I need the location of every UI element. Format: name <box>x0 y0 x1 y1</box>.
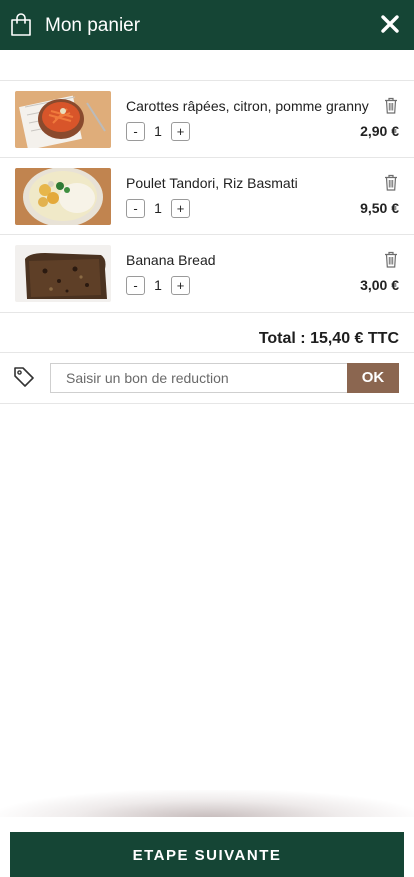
cart-item: Carottes râpées, citron, pomme granny - … <box>0 81 414 157</box>
tag-icon <box>14 367 34 387</box>
next-step-button[interactable]: ETAPE SUIVANTE <box>10 832 404 877</box>
decrease-quantity-button[interactable]: - <box>126 276 145 295</box>
quantity-value: 1 <box>154 277 162 293</box>
increase-quantity-button[interactable]: + <box>171 122 190 141</box>
increase-quantity-button[interactable]: + <box>171 276 190 295</box>
product-image-banana-bread <box>15 245 111 302</box>
decrease-quantity-button[interactable]: - <box>126 122 145 141</box>
product-name: Carottes râpées, citron, pomme granny <box>126 98 369 114</box>
cart-header: Mon panier <box>0 0 414 50</box>
apply-coupon-button[interactable]: OK <box>347 363 399 393</box>
product-price: 2,90 € <box>360 123 399 139</box>
trash-icon[interactable] <box>384 97 398 114</box>
trash-icon[interactable] <box>384 251 398 268</box>
quantity-value: 1 <box>154 123 162 139</box>
product-price: 3,00 € <box>360 277 399 293</box>
close-icon[interactable] <box>380 14 400 34</box>
product-price: 9,50 € <box>360 200 399 216</box>
page-title: Mon panier <box>45 15 141 36</box>
product-name: Poulet Tandori, Riz Basmati <box>126 175 298 191</box>
trash-icon[interactable] <box>384 174 398 191</box>
shopping-bag-icon <box>11 13 31 36</box>
product-name: Banana Bread <box>126 252 216 268</box>
divider <box>0 403 414 404</box>
cart-total: Total : 15,40 € TTC <box>258 330 399 347</box>
decrease-quantity-button[interactable]: - <box>126 199 145 218</box>
increase-quantity-button[interactable]: + <box>171 199 190 218</box>
product-image-chicken-rice <box>15 168 111 225</box>
footer-shadow <box>0 790 414 818</box>
divider <box>0 352 414 353</box>
cart-item: Banana Bread - 1 + 3,00 € <box>0 235 414 311</box>
coupon-input[interactable] <box>50 363 347 393</box>
product-image-carrot-salad <box>15 91 111 148</box>
cart-item: Poulet Tandori, Riz Basmati - 1 + 9,50 € <box>0 158 414 234</box>
quantity-value: 1 <box>154 200 162 216</box>
divider <box>0 312 414 313</box>
